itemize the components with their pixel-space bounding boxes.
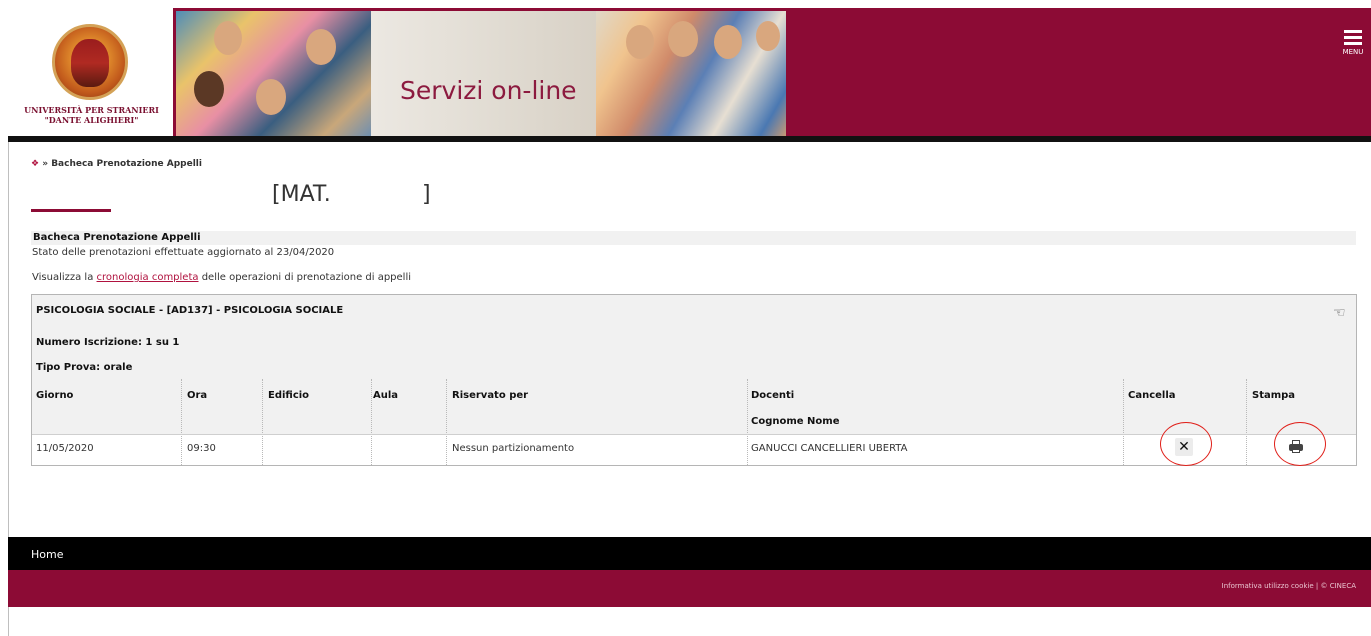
matricola-open: [MAT. [272, 182, 331, 207]
column-header-stampa: Stampa [1252, 390, 1296, 401]
footer-nav: Home [8, 537, 1371, 570]
column-separator [1123, 379, 1124, 465]
cell-giorno: 11/05/2020 [36, 443, 94, 454]
column-separator [371, 379, 372, 465]
history-line: Visualizza la cronologia completa delle … [32, 272, 412, 283]
banner-title: Servizi on-line [400, 76, 577, 105]
seal-icon [52, 24, 128, 100]
row-divider [32, 434, 1356, 435]
breadcrumb-current: Bacheca Prenotazione Appelli [51, 159, 202, 169]
breadcrumb-separator: » [42, 159, 49, 169]
cell-ora: 09:30 [187, 443, 216, 454]
footer-legal-text[interactable]: Informativa utilizzo cookie | © CINECA [1222, 582, 1356, 590]
numero-iscrizione: Numero Iscrizione: 1 su 1 [36, 337, 180, 348]
hand-pointer-icon[interactable]: ☜ [1333, 305, 1346, 321]
university-logo[interactable]: UNIVERSITÀ PER STRANIERI "DANTE ALIGHIER… [8, 8, 173, 136]
column-header-edificio: Edificio [268, 390, 310, 401]
home-icon[interactable]: ❖ [31, 159, 39, 169]
print-booking-button[interactable] [1289, 440, 1303, 454]
column-separator [181, 379, 182, 465]
breadcrumb: ❖ » Bacheca Prenotazione Appelli [31, 159, 202, 169]
column-header-riservato: Riservato per [452, 390, 529, 401]
cell-docente: GANUCCI CANCELLIERI UBERTA [751, 443, 908, 454]
banner-center [371, 11, 596, 136]
column-header-aula: Aula [373, 390, 399, 401]
exam-title: PSICOLOGIA SOCIALE - [AD137] - PSICOLOGI… [36, 305, 344, 316]
column-separator [1246, 379, 1247, 465]
column-header-ora: Ora [187, 390, 208, 401]
column-header-cognome-nome: Cognome Nome [751, 416, 840, 427]
column-separator [262, 379, 263, 465]
tipo-prova: Tipo Prova: orale [36, 362, 133, 373]
banner-photo-students [176, 11, 371, 136]
column-separator [747, 379, 748, 465]
history-link[interactable]: cronologia completa [97, 272, 199, 283]
student-title: [MAT. ] [272, 182, 431, 207]
column-header-cancella: Cancella [1128, 390, 1176, 401]
university-name: UNIVERSITÀ PER STRANIERI "DANTE ALIGHIER… [24, 105, 159, 125]
menu-button[interactable]: MENU [1340, 30, 1366, 56]
exam-panel: PSICOLOGIA SOCIALE - [AD137] - PSICOLOGI… [31, 294, 1357, 466]
close-icon: ✕ [1178, 439, 1190, 455]
board-status-text: Stato delle prenotazioni effettuate aggi… [32, 247, 335, 258]
hamburger-icon [1344, 30, 1362, 45]
column-separator [446, 379, 447, 465]
cell-riservato: Nessun partizionamento [452, 443, 575, 454]
column-header-giorno: Giorno [36, 390, 74, 401]
column-header-docenti: Docenti [751, 390, 795, 401]
title-underline [31, 209, 111, 212]
site-header: UNIVERSITÀ PER STRANIERI "DANTE ALIGHIER… [8, 8, 1371, 142]
footer-bottom: Informativa utilizzo cookie | © CINECA [8, 570, 1371, 607]
footer-home-link[interactable]: Home [31, 548, 63, 561]
board-heading: Bacheca Prenotazione Appelli [31, 231, 1356, 245]
cancel-booking-button[interactable]: ✕ [1175, 438, 1193, 456]
menu-label: MENU [1342, 48, 1364, 56]
matricola-close: ] [422, 182, 431, 207]
banner-photo-students-right [596, 11, 786, 136]
